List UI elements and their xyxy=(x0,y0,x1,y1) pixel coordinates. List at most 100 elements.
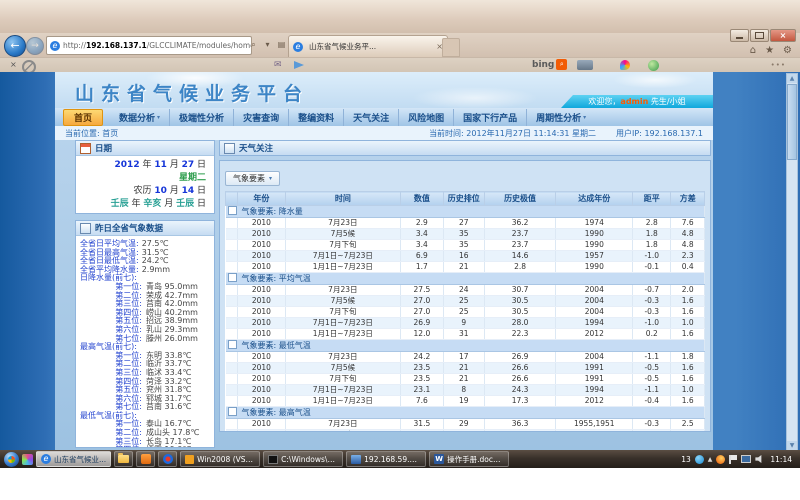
table-row[interactable]: 20107月1日~7月23日6.91614.61957-1.02.3 xyxy=(226,251,705,262)
table-row[interactable]: 20101月1日~7月23日1.7212.81990-0.10.4 xyxy=(226,262,705,273)
table-group-row[interactable]: 气象要素: 降水量 xyxy=(226,206,705,218)
taskbar-button[interactable]: e山东省气候业... xyxy=(36,451,111,467)
cell: 27 xyxy=(443,218,484,229)
volume-icon[interactable] xyxy=(755,455,763,463)
taskbar-button[interactable] xyxy=(114,451,133,467)
table-row[interactable]: 20107月23日31.52936.31955,1951-0.32.5 xyxy=(226,419,705,430)
table-row[interactable]: 20101月1日~7月23日7.61917.32012-0.41.6 xyxy=(226,396,705,407)
scroll-up-arrow[interactable]: ▲ xyxy=(787,74,797,83)
favorites-star-icon[interactable]: ★ xyxy=(765,45,774,56)
nav-item[interactable]: 灾害查询 xyxy=(234,109,289,126)
browser-tab[interactable]: e 山东省气候业务平... × xyxy=(288,35,448,57)
display-icon[interactable] xyxy=(741,455,751,463)
cell: 2010 xyxy=(237,307,285,318)
taskbar-button[interactable]: 192.168.59.99... xyxy=(346,451,426,467)
cell: 25 xyxy=(443,296,484,307)
table-row[interactable]: 20107月下旬3.43523.719901.84.8 xyxy=(226,240,705,251)
minimize-button[interactable] xyxy=(730,29,749,42)
forward-button[interactable]: → xyxy=(26,37,44,55)
taskbar-button[interactable]: Win2008 (VS2... xyxy=(180,451,260,467)
hidden-icons-arrow[interactable]: ▲ xyxy=(708,456,713,463)
nav-item[interactable]: 整编资料 xyxy=(289,109,344,126)
cell: 4.8 xyxy=(671,229,705,240)
table-row[interactable]: 20107月下旬27.02530.52004-0.31.6 xyxy=(226,307,705,318)
nav-item[interactable]: 周期性分析▾ xyxy=(527,109,595,126)
element-filter-button[interactable]: 气象要素 ▾ xyxy=(225,171,280,186)
table-row[interactable]: 20107月1日~7月23日26.9928.01994-1.01.0 xyxy=(226,318,705,329)
send-plane-icon[interactable] xyxy=(294,61,304,69)
word-icon: W xyxy=(434,454,444,464)
column-header: 数值 xyxy=(400,192,443,206)
search-icon[interactable]: ⌕ xyxy=(247,37,260,52)
firefox-icon[interactable] xyxy=(716,455,725,464)
date-segment: 日 xyxy=(194,160,206,170)
nav-item[interactable]: 极端性分析 xyxy=(170,109,234,126)
taskbar-clock[interactable]: 11:14 xyxy=(770,455,792,464)
camera-icon[interactable] xyxy=(577,60,593,70)
cell: 36.3 xyxy=(484,419,556,430)
table-row[interactable]: 20107月5候31.42535.31951-0.31.9 xyxy=(226,430,705,433)
addon-bar-close-icon[interactable]: × xyxy=(10,60,17,69)
table-row[interactable]: 20107月5候27.02530.52004-0.31.6 xyxy=(226,296,705,307)
qq-icon[interactable] xyxy=(695,455,704,464)
launcher-badge-icon[interactable] xyxy=(620,60,630,70)
table-row[interactable]: 20107月23日24.21726.92004-1.11.8 xyxy=(226,352,705,363)
date-segment: 11 xyxy=(154,160,167,170)
nav-item[interactable]: 数据分析▾ xyxy=(110,109,170,126)
taskbar-button[interactable] xyxy=(158,451,177,467)
cell: 2010 xyxy=(237,229,285,240)
table-row[interactable]: 20107月23日2.92736.219742.87.6 xyxy=(226,218,705,229)
table-row[interactable]: 20107月5候3.43523.719901.84.8 xyxy=(226,229,705,240)
nav-item[interactable]: 天气关注 xyxy=(344,109,399,126)
globe-icon[interactable] xyxy=(648,60,659,71)
launcher-icon[interactable] xyxy=(22,454,33,465)
action-center-flag-icon[interactable] xyxy=(729,455,737,464)
table-row[interactable]: 20107月下旬23.52126.61991-0.51.6 xyxy=(226,374,705,385)
taskbar-button[interactable]: C:\Windows\s... xyxy=(263,451,343,467)
group-checkbox[interactable] xyxy=(228,273,237,282)
weather-data-panel: 昨日全省气象数据 全省日平均气温:27.5℃全省日最高气温:31.5℃全省日最低… xyxy=(75,220,215,448)
cell: 26.6 xyxy=(484,374,556,385)
table-row[interactable]: 20107月23日27.52430.72004-0.72.0 xyxy=(226,285,705,296)
date-segment: 日 xyxy=(194,186,206,196)
table-group-row[interactable]: 气象要素: 最低气温 xyxy=(226,340,705,352)
taskbar-button[interactable] xyxy=(136,451,155,467)
maximize-button[interactable] xyxy=(750,29,769,42)
main-nav: 首页数据分析▾极端性分析灾害查询整编资料天气关注风险地图国家下行产品周期性分析▾ xyxy=(55,108,713,126)
tools-gear-icon[interactable]: ⚙ xyxy=(783,45,792,56)
page-scrollbar[interactable]: ▲ ▼ xyxy=(786,73,798,450)
compatibility-view-icon[interactable]: ▤ xyxy=(275,37,288,52)
cell: 7月5候 xyxy=(285,229,400,240)
nav-item[interactable]: 风险地图 xyxy=(399,109,454,126)
group-label: 气象要素: 最高气温 xyxy=(242,408,311,417)
cell: -1.1 xyxy=(633,352,671,363)
date-segment: 月 xyxy=(161,199,176,209)
new-tab-button[interactable] xyxy=(442,38,460,57)
more-options-icon[interactable]: ••• xyxy=(771,61,786,69)
address-bar[interactable]: e http://192.168.137.1/GLCCLIMATE/module… xyxy=(46,36,252,55)
mail-icon[interactable]: ✉ xyxy=(274,60,282,70)
chevron-down-icon[interactable]: ▾ xyxy=(261,37,274,52)
cell: -0.5 xyxy=(633,374,671,385)
calendar-icon xyxy=(80,143,91,154)
table-row[interactable]: 20107月1日~7月23日23.1824.31994-1.11.0 xyxy=(226,385,705,396)
taskbar-button[interactable]: W操作手册.docx ... xyxy=(429,451,509,467)
start-button[interactable] xyxy=(4,452,19,467)
table-group-row[interactable]: 气象要素: 平均气温 xyxy=(226,273,705,285)
group-checkbox[interactable] xyxy=(228,407,237,416)
bing-toolbar[interactable]: bing ⌕ xyxy=(532,59,567,70)
table-group-row[interactable]: 气象要素: 最高气温 xyxy=(226,407,705,419)
table-row[interactable]: 20107月5候23.52126.61991-0.51.6 xyxy=(226,363,705,374)
nav-item[interactable]: 首页 xyxy=(63,109,103,126)
close-window-button[interactable]: × xyxy=(770,29,796,42)
row-select-cell xyxy=(226,329,238,340)
group-checkbox[interactable] xyxy=(228,206,237,215)
group-checkbox[interactable] xyxy=(228,340,237,349)
scrollbar-thumb[interactable] xyxy=(787,84,797,160)
cell: 2004 xyxy=(556,352,633,363)
table-row[interactable]: 20101月1日~7月23日12.03122.320120.21.6 xyxy=(226,329,705,340)
scroll-down-arrow[interactable]: ▼ xyxy=(787,441,797,450)
back-button[interactable]: ← xyxy=(4,35,26,57)
home-icon[interactable]: ⌂ xyxy=(750,45,756,56)
nav-item[interactable]: 国家下行产品 xyxy=(454,109,527,126)
